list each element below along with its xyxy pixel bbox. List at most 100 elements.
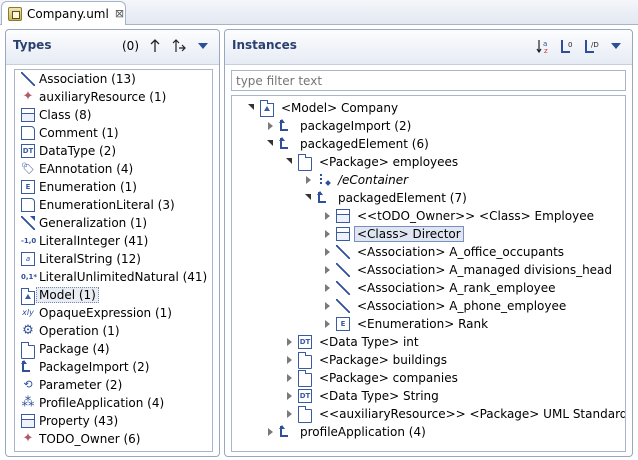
- view-menu-chevron-down-icon[interactable]: [195, 38, 211, 54]
- types-toolbar: (0): [122, 38, 211, 54]
- tree-node-label: <Data Type> int: [319, 335, 419, 349]
- type-list-item[interactable]: xly OpaqueExpression (1): [15, 304, 212, 322]
- package-icon: [298, 351, 312, 369]
- type-list-item[interactable]: Property (43): [15, 412, 212, 430]
- type-list-item[interactable]: Class (8): [15, 106, 212, 124]
- svg-text:/D: /D: [591, 41, 599, 49]
- collapsed-twisty-icon[interactable]: [322, 247, 332, 257]
- package-import-icon: [317, 191, 331, 205]
- type-list-item[interactable]: Comment (1): [15, 124, 212, 142]
- package-import-icon: [279, 425, 293, 439]
- tree-node-label: <<auxiliaryResource>> <Package> UML Stan…: [319, 407, 626, 421]
- association-icon: [336, 245, 350, 259]
- collapsed-twisty-icon[interactable]: [284, 355, 294, 365]
- tree-node[interactable]: <Model> Company: [246, 99, 398, 117]
- expanded-twisty-icon[interactable]: [246, 103, 256, 113]
- tree-node[interactable]: /eContainer: [303, 171, 408, 189]
- tree-node[interactable]: <Package> companies: [284, 369, 458, 387]
- collapsed-twisty-icon[interactable]: [265, 427, 275, 437]
- type-list-item-label: Package (4): [39, 342, 110, 356]
- expanded-twisty-icon[interactable]: [265, 139, 275, 149]
- collapsed-twisty-icon[interactable]: [284, 373, 294, 383]
- expanded-twisty-icon[interactable]: [284, 157, 294, 167]
- tree-node[interactable]: DT <Data Type> int: [284, 333, 419, 351]
- tree-node-label: <Package> buildings: [319, 353, 447, 367]
- type-list-item[interactable]: ✦ TODO_Owner (6): [15, 430, 212, 448]
- collapsed-twisty-icon[interactable]: [322, 211, 332, 221]
- instances-panel-header: Instances az 0 /D: [225, 30, 632, 65]
- collapsed-twisty-icon[interactable]: [284, 409, 294, 419]
- tree-node[interactable]: packageImport (2): [265, 117, 411, 135]
- collapsed-twisty-icon[interactable]: [322, 319, 332, 329]
- type-list-item[interactable]: Model (1): [15, 286, 212, 305]
- sort-ascending-icon[interactable]: [147, 38, 163, 54]
- tree-node[interactable]: packagedElement (6): [265, 135, 429, 153]
- type-list-item[interactable]: Association (13): [15, 70, 212, 88]
- type-list-item[interactable]: EnumerationLiteral (3): [15, 196, 212, 214]
- tree-node[interactable]: <<tODO_Owner>> <Class> Employee: [322, 207, 594, 225]
- package-import-icon: [279, 137, 293, 151]
- tree-node[interactable]: DT <Data Type> String: [284, 387, 439, 405]
- tree-node[interactable]: packagedElement (7): [303, 189, 467, 207]
- type-list-item[interactable]: a LiteralString (12): [15, 250, 212, 268]
- tree-node[interactable]: <Association> A_office_occupants: [322, 243, 564, 261]
- parameter-icon: ⟲: [23, 378, 33, 391]
- editor-tab-company-uml[interactable]: Company.uml ⊠: [1, 1, 126, 25]
- type-list-item[interactable]: 🏷 EAnnotation (4): [15, 160, 212, 178]
- close-tab-icon[interactable]: ⊠: [115, 7, 124, 20]
- editor-tab-title: Company.uml: [27, 6, 109, 21]
- type-list-item[interactable]: ⁂ ProfileApplication (4): [15, 394, 212, 412]
- enumeration-literal-icon: [21, 198, 35, 212]
- hierarchy-sort-icon[interactable]: [171, 38, 187, 54]
- tree-node[interactable]: profileApplication (4): [265, 423, 426, 441]
- association-icon: [21, 72, 35, 86]
- collapsed-twisty-icon[interactable]: [284, 337, 294, 347]
- types-list[interactable]: Association (13) ✦ auxiliaryResource (1) Cl…: [14, 69, 213, 452]
- tree-node[interactable]: <Association> A_phone_employee: [322, 297, 566, 315]
- enumeration-icon: E: [336, 317, 350, 331]
- type-list-item[interactable]: -1,0 LiteralInteger (41): [15, 232, 212, 250]
- type-list-item[interactable]: ⟲ Parameter (2): [15, 376, 212, 394]
- collapsed-twisty-icon[interactable]: [265, 121, 275, 131]
- tree-node[interactable]: E <Enumeration> Rank: [322, 315, 488, 333]
- show-derived-icon[interactable]: /D: [584, 38, 600, 54]
- generalization-icon: [21, 216, 35, 230]
- type-list-item[interactable]: E Enumeration (1): [15, 178, 212, 196]
- expanded-twisty-icon[interactable]: [303, 193, 313, 203]
- tree-node-label: <Model> Company: [281, 101, 399, 115]
- sort-alphabetical-icon[interactable]: az: [536, 38, 552, 54]
- type-list-item[interactable]: Generalization (1): [15, 214, 212, 232]
- collapsed-twisty-icon[interactable]: [322, 301, 332, 311]
- tree-node-label: <Association> A_phone_employee: [357, 299, 567, 313]
- type-list-item-label: LiteralInteger (41): [39, 234, 149, 248]
- instances-filter-input[interactable]: [231, 70, 626, 91]
- tree-node[interactable]: <Package> employees: [284, 153, 458, 171]
- tree-node-label: <Package> employees: [319, 155, 459, 169]
- collapsed-twisty-icon[interactable]: [284, 391, 294, 401]
- editor-tab-bar: Company.uml ⊠: [0, 0, 638, 25]
- type-list-item[interactable]: 0,1* LiteralUnlimitedNatural (41): [15, 268, 212, 286]
- tree-node[interactable]: <Association> A_rank_employee: [322, 279, 556, 297]
- show-literal-icon[interactable]: 0: [560, 38, 576, 54]
- collapsed-twisty-icon[interactable]: [322, 265, 332, 275]
- tree-node[interactable]: <<auxiliaryResource>> <Package> UML Stan…: [284, 405, 626, 423]
- comment-icon: [21, 126, 35, 140]
- type-list-item[interactable]: ⚙ Operation (1): [15, 322, 212, 340]
- tree-node-label: /eContainer: [338, 173, 409, 187]
- type-list-item-label: Association (13): [39, 72, 136, 86]
- type-list-item[interactable]: DT DataType (2): [15, 142, 212, 160]
- type-list-item[interactable]: ✦ auxiliaryResource (1): [15, 88, 212, 106]
- instances-view-menu-chevron-down-icon[interactable]: [608, 38, 624, 54]
- type-list-item-label: Operation (1): [39, 324, 120, 338]
- collapsed-twisty-icon[interactable]: [322, 229, 332, 239]
- type-list-item[interactable]: PackageImport (2): [15, 358, 212, 376]
- tree-node[interactable]: <Association> A_managed divisions_head: [322, 261, 612, 279]
- tree-node[interactable]: <Class> Director: [322, 225, 464, 243]
- tree-node[interactable]: <Package> buildings: [284, 351, 447, 369]
- instances-tree[interactable]: <Model> Company packageImport (2) packaged…: [231, 95, 626, 452]
- type-list-item[interactable]: Package (4): [15, 340, 212, 359]
- collapsed-twisty-icon[interactable]: [303, 175, 313, 185]
- collapsed-twisty-icon[interactable]: [322, 283, 332, 293]
- literal-integer-icon: -1,0: [21, 237, 37, 245]
- types-panel: Types (0) Association (13) ✦ auxiliaryReso…: [5, 29, 220, 457]
